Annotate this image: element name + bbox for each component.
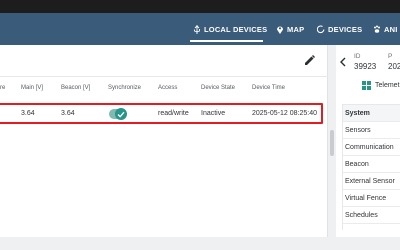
menu-item-schedules[interactable]: Schedules <box>343 207 400 224</box>
map-pin-icon <box>277 26 283 34</box>
cell-device-state: Inactive <box>201 110 226 117</box>
grid-icon <box>362 81 371 90</box>
nav-label-animals: ANI <box>384 24 398 34</box>
column-header-device-state[interactable]: Device State <box>201 85 235 91</box>
telemetry-button[interactable]: Telemet <box>362 81 400 90</box>
nav-item-devices[interactable]: DEVICES <box>317 13 362 45</box>
menu-item-communication[interactable]: Communication <box>343 139 400 156</box>
circle-icon <box>317 25 325 33</box>
nav-label-map: MAP <box>287 24 305 34</box>
menu-item-system[interactable]: System <box>343 105 400 122</box>
top-strip <box>0 0 400 13</box>
checkmark-icon <box>117 111 125 118</box>
detail-col2-value: 202 <box>388 62 400 71</box>
column-header-beacon-v[interactable]: Beacon [V] <box>61 85 90 91</box>
menu-item-beacon[interactable]: Beacon <box>343 156 400 173</box>
pencil-icon[interactable] <box>304 55 315 66</box>
column-header-access[interactable]: Access <box>158 85 177 91</box>
nav-item-animals[interactable]: ANI <box>373 13 398 45</box>
cell-main-v: 3.64 <box>21 110 35 117</box>
column-header-device-time[interactable]: Device Time <box>252 85 285 91</box>
usb-icon <box>194 24 200 34</box>
column-header-partial[interactable]: re <box>0 85 5 91</box>
menu-item-sensors[interactable]: Sensors <box>343 122 400 139</box>
chevron-left-icon[interactable] <box>339 57 347 67</box>
menu-item-external-sensor[interactable]: External Sensor <box>343 173 400 190</box>
cell-device-time: 2025-05-12 08:25:40 <box>252 110 317 117</box>
menu-item-virtual-fence[interactable]: Virtual Fence <box>343 190 400 207</box>
synchronize-toggle[interactable] <box>109 108 127 120</box>
devices-table-card <box>0 45 328 237</box>
telemetry-label: Telemet <box>375 82 400 89</box>
detail-id-label: ID <box>354 53 361 60</box>
detail-id-value: 39923 <box>354 62 377 71</box>
nav-active-indicator <box>190 40 263 42</box>
column-header-main-v[interactable]: Main [V] <box>21 85 43 91</box>
detail-col2-label: P <box>388 53 393 60</box>
settings-menu: System Sensors Communication Beacon Exte… <box>342 104 400 230</box>
nav-label-local-devices: LOCAL DEVICES <box>204 24 268 34</box>
paw-icon <box>374 25 380 33</box>
nav-item-map[interactable]: MAP <box>276 13 304 45</box>
table-card-header <box>0 45 328 77</box>
nav-label-devices: DEVICES <box>328 24 363 34</box>
cell-beacon-v: 3.64 <box>61 110 75 117</box>
scrollbar-thumb[interactable] <box>330 130 334 156</box>
column-header-synchronize[interactable]: Synchronize <box>108 85 141 91</box>
cell-access: read/write <box>158 110 189 117</box>
toggle-knob <box>115 108 127 120</box>
